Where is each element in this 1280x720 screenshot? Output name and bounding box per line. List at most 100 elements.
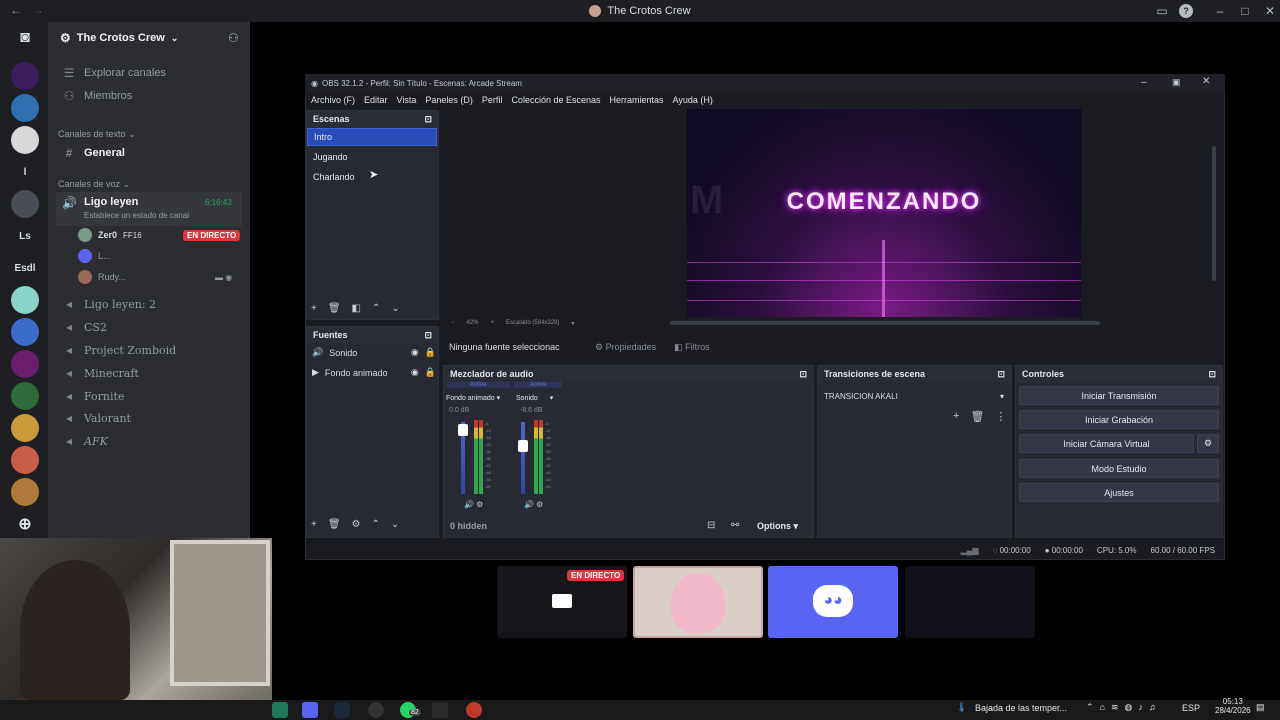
- server-icon[interactable]: [11, 382, 39, 410]
- source-sonido[interactable]: 🔊 Sonido ◉ 🔒: [312, 347, 436, 358]
- discord-home-icon[interactable]: ◙: [11, 24, 39, 52]
- text-category[interactable]: Canales de texto ⌄: [58, 129, 136, 140]
- volume-handle[interactable]: [458, 424, 468, 436]
- app-icon[interactable]: [432, 702, 448, 718]
- obs-taskbar-icon[interactable]: [368, 702, 384, 718]
- scene-jugando[interactable]: Jugando: [307, 148, 437, 166]
- eye-icon[interactable]: ◉: [411, 367, 419, 378]
- voice-user[interactable]: Rudy...: [78, 268, 126, 286]
- options-button[interactable]: Options ▾: [757, 521, 798, 532]
- server-icon[interactable]: [11, 318, 39, 346]
- volume-slider[interactable]: [521, 422, 525, 494]
- mixer-channel-name[interactable]: Sonido ▾: [516, 394, 553, 402]
- add-icon[interactable]: +: [311, 303, 317, 314]
- lock-icon[interactable]: 🔒: [425, 367, 436, 378]
- notification-icon[interactable]: ▤: [1256, 702, 1265, 713]
- server-icon[interactable]: [11, 94, 39, 122]
- zoom-in-icon[interactable]: +: [491, 320, 495, 326]
- menu-vista[interactable]: Vista: [397, 95, 417, 105]
- mixer-channel-name[interactable]: Fondo animado ▾: [446, 394, 500, 402]
- trash-icon[interactable]: 🗑: [328, 303, 341, 314]
- clock[interactable]: 05:13 28/4/2026: [1215, 697, 1251, 715]
- add-server-icon[interactable]: ⊕: [11, 510, 39, 538]
- channel-general[interactable]: # General: [56, 143, 242, 163]
- start-streaming-button[interactable]: Iniciar Transmisión: [1019, 386, 1219, 405]
- discord-taskbar-icon[interactable]: [302, 702, 318, 718]
- lock-icon[interactable]: 🔒: [425, 347, 436, 358]
- server-icon[interactable]: l: [11, 158, 39, 186]
- server-icon[interactable]: Esdl: [11, 254, 39, 282]
- start-recording-button[interactable]: Iniciar Grabación: [1019, 410, 1219, 429]
- minimize-icon[interactable]: –: [1213, 4, 1227, 18]
- tray-icons[interactable]: ⌃⌂≋◍♪♫: [1086, 702, 1162, 713]
- server-icon[interactable]: [11, 478, 39, 506]
- transition-select[interactable]: TRANSICION AKALI ▾: [820, 388, 1008, 404]
- undock-icon[interactable]: ⊡: [799, 369, 807, 380]
- preview-vscrollbar[interactable]: [1212, 146, 1216, 281]
- mute-icon[interactable]: 🔊 ⚙: [464, 500, 483, 509]
- server-icon[interactable]: [11, 286, 39, 314]
- add-member-icon[interactable]: ⚇: [228, 31, 239, 45]
- voice-user[interactable]: Zer0 FF16: [78, 226, 142, 244]
- help-icon[interactable]: ?: [1179, 4, 1193, 18]
- down-icon[interactable]: ⌄: [391, 519, 399, 530]
- layout-icon[interactable]: ⊟: [707, 520, 715, 531]
- start-virtual-camera-button[interactable]: Iniciar Cámara Virtual: [1019, 434, 1194, 453]
- obs-close-icon[interactable]: ✕: [1202, 76, 1210, 87]
- add-icon[interactable]: +: [953, 410, 959, 423]
- virtual-camera-settings-icon[interactable]: ⚙: [1197, 434, 1219, 453]
- voice-user[interactable]: L...: [78, 247, 111, 265]
- voice-channel[interactable]: ◂ Minecraft: [56, 363, 242, 383]
- server-icon[interactable]: [11, 414, 39, 442]
- close-icon[interactable]: ✕: [1263, 4, 1277, 18]
- volume-handle[interactable]: [518, 440, 528, 452]
- trash-icon[interactable]: 🗑: [970, 410, 984, 423]
- filter-icon[interactable]: ◧: [352, 303, 361, 314]
- settings-button[interactable]: Ajustes: [1019, 483, 1219, 502]
- voice-category[interactable]: Canales de voz ⌄: [58, 179, 130, 190]
- stream-tile[interactable]: [905, 566, 1035, 638]
- menu-paneles[interactable]: Paneles (D): [425, 95, 473, 105]
- language-indicator[interactable]: ESP: [1182, 703, 1200, 713]
- zoom-out-icon[interactable]: −: [451, 320, 455, 326]
- obs-minimize-icon[interactable]: –: [1141, 77, 1147, 88]
- server-icon[interactable]: [11, 350, 39, 378]
- undock-icon[interactable]: ⊡: [424, 114, 432, 125]
- steam-icon[interactable]: [334, 702, 350, 718]
- preview-scrollbar[interactable]: [670, 321, 1100, 325]
- up-icon[interactable]: ⌃: [372, 519, 380, 530]
- filters-button[interactable]: ◧ Filtros: [674, 342, 710, 353]
- server-header[interactable]: ⚙ The Crotos Crew ⌄: [48, 22, 250, 54]
- voice-channel[interactable]: ◂ AFK: [56, 431, 242, 451]
- explore-channels[interactable]: ☰ Explorar canales: [56, 63, 242, 83]
- eye-icon[interactable]: ◉: [411, 347, 419, 358]
- source-fondo-animado[interactable]: ▶ Fondo animado ◉ 🔒: [312, 367, 436, 378]
- trash-icon[interactable]: 🗑: [328, 519, 341, 530]
- undock-icon[interactable]: ⊡: [1208, 369, 1216, 380]
- voice-channel[interactable]: ◂ Project Zomboid: [56, 340, 242, 360]
- inbox-icon[interactable]: ▭: [1155, 4, 1169, 18]
- voice-channel[interactable]: ◂ Fornite: [56, 386, 242, 406]
- studio-mode-button[interactable]: Modo Estudio: [1019, 459, 1219, 478]
- menu-ayuda[interactable]: Ayuda (H): [673, 95, 713, 105]
- server-icon[interactable]: [11, 126, 39, 154]
- server-icon[interactable]: Ls: [11, 222, 39, 250]
- undock-icon[interactable]: ⊡: [997, 369, 1005, 380]
- gear-icon[interactable]: ⚙: [352, 519, 361, 530]
- menu-coleccion[interactable]: Colección de Escenas: [511, 95, 600, 105]
- voice-channel[interactable]: ◂ Valorant: [56, 408, 242, 428]
- weather-widget[interactable]: Bajada de las temper...: [975, 703, 1067, 713]
- obs-maximize-icon[interactable]: ▣: [1172, 77, 1181, 88]
- add-icon[interactable]: +: [311, 519, 317, 530]
- server-icon[interactable]: [11, 62, 39, 90]
- voice-channel[interactable]: ◂ Ligo leyen: 2: [56, 294, 242, 314]
- mute-icon[interactable]: 🔊 ⚙: [524, 500, 543, 509]
- link-icon[interactable]: ⚯: [731, 520, 739, 531]
- server-icon[interactable]: [11, 446, 39, 474]
- chevron-down-icon[interactable]: ▾: [571, 320, 574, 327]
- menu-editar[interactable]: Editar: [364, 95, 388, 105]
- undock-icon[interactable]: ⊡: [424, 330, 432, 341]
- menu-archivo[interactable]: Archivo (F): [311, 95, 355, 105]
- hidden-count[interactable]: 0 hidden: [450, 521, 487, 531]
- app-icon[interactable]: [466, 702, 482, 718]
